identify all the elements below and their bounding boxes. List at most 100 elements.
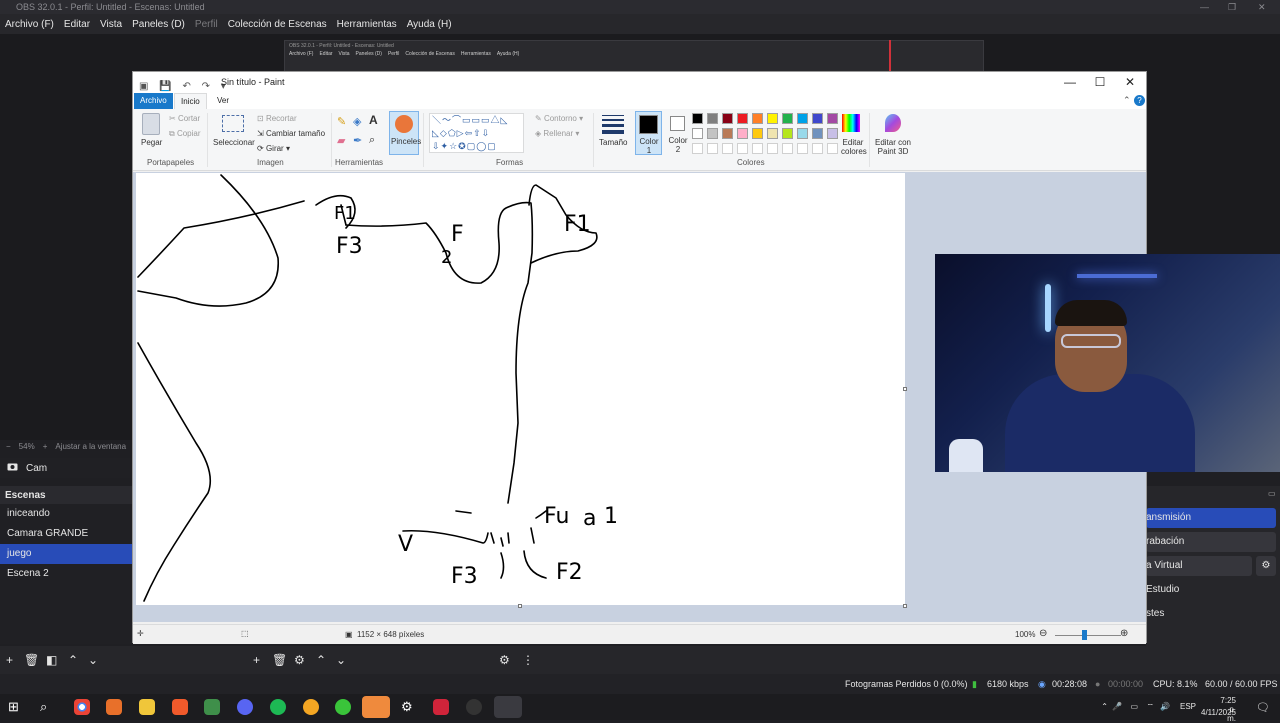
app-icon[interactable]	[106, 699, 122, 715]
palette-swatch[interactable]	[722, 113, 733, 124]
scene-filters-icon[interactable]: ◧	[46, 653, 57, 667]
pencil-icon[interactable]: ✎	[337, 115, 346, 128]
outline-dropdown[interactable]: ✎ Contorno ▾	[535, 114, 583, 123]
windows-start-icon[interactable]: ⊞	[8, 699, 24, 715]
start-streaming-button[interactable]: ansmisión	[1146, 508, 1276, 528]
game-icon[interactable]	[303, 699, 319, 715]
obs-icon[interactable]	[466, 699, 482, 715]
virtual-camera-button[interactable]: a Virtual	[1146, 556, 1252, 576]
drawing-canvas[interactable]: F3 F 2 F1 Fu a 1 V F3 F2 F1	[136, 173, 905, 605]
usb-icon[interactable]: ▭	[1130, 702, 1138, 711]
copy-button[interactable]: ⧉ Copiar	[169, 129, 201, 139]
palette-swatch-empty[interactable]	[782, 143, 793, 154]
palette-swatch[interactable]	[782, 128, 793, 139]
resize-handle[interactable]	[903, 604, 907, 608]
menu-coleccion-escenas[interactable]: Colección de Escenas	[228, 19, 327, 30]
menu-herramientas[interactable]: Herramientas	[337, 19, 397, 30]
zoom-slider-thumb[interactable]	[1082, 630, 1087, 640]
palette-swatch-empty[interactable]	[692, 143, 703, 154]
palette-swatch-empty[interactable]	[767, 143, 778, 154]
select-icon[interactable]	[222, 115, 244, 132]
clock-date[interactable]: 4/11/2025	[1201, 708, 1236, 717]
source-up-icon[interactable]: ⌃	[316, 653, 326, 667]
palette-swatch[interactable]	[722, 128, 733, 139]
palette-swatch[interactable]	[827, 128, 838, 139]
palette-swatch[interactable]	[812, 113, 823, 124]
zoom-out-button[interactable]: ⊖	[1039, 628, 1047, 639]
tray-overflow-icon[interactable]: ⌃	[1101, 702, 1108, 711]
fit-window-button[interactable]: Ajustar a la ventana	[55, 442, 126, 451]
scene-item[interactable]: Escena 2	[0, 564, 132, 584]
maximize-button[interactable]: ❐	[1228, 0, 1236, 14]
menu-archivo[interactable]: Archivo (F)	[5, 19, 54, 30]
palette-swatch[interactable]	[692, 113, 703, 124]
obs-active-icon[interactable]	[494, 696, 522, 718]
cut-button[interactable]: ✂ Cortar	[169, 114, 200, 123]
paint-minimize-button[interactable]: —	[1055, 72, 1085, 93]
magnifier-icon[interactable]: ⌕	[369, 134, 375, 147]
palette-swatch[interactable]	[752, 128, 763, 139]
palette-swatch-empty[interactable]	[707, 143, 718, 154]
zoom-slider[interactable]	[1055, 635, 1121, 636]
crop-button[interactable]: ⊡ Recortar	[257, 114, 297, 123]
palette-swatch-empty[interactable]	[752, 143, 763, 154]
size-icon[interactable]	[602, 115, 624, 134]
add-scene-icon[interactable]: +	[6, 653, 13, 667]
palette-swatch[interactable]	[737, 128, 748, 139]
palette-swatch[interactable]	[827, 113, 838, 124]
menu-ayuda[interactable]: Ayuda (H)	[407, 19, 452, 30]
search-icon[interactable]: ⌕	[40, 699, 56, 715]
audio-menu-icon[interactable]: ⋮	[522, 653, 534, 667]
audio-settings-icon[interactable]: ⚙	[499, 653, 510, 667]
palette-swatch[interactable]	[767, 128, 778, 139]
size-button[interactable]: Tamaño	[599, 138, 627, 147]
paint3d-button[interactable]: Editar con Paint 3D	[873, 138, 913, 156]
paint-taskbar-icon[interactable]	[362, 696, 390, 718]
app-green-icon[interactable]	[335, 699, 351, 715]
remove-source-icon[interactable]: 🗑	[272, 653, 287, 667]
edit-colors-icon[interactable]	[842, 114, 860, 132]
zoom-in-button[interactable]: ⊕	[1120, 628, 1128, 639]
palette-swatch-empty[interactable]	[827, 143, 838, 154]
volume-icon[interactable]: 🔊	[1160, 702, 1170, 711]
resize-handle[interactable]	[518, 604, 522, 608]
resize-handle[interactable]	[903, 387, 907, 391]
move-down-icon[interactable]: ⌄	[88, 653, 98, 667]
palette-swatch[interactable]	[797, 113, 808, 124]
palette-swatch[interactable]	[782, 113, 793, 124]
tab-ver[interactable]: Ver	[211, 93, 235, 109]
start-recording-button[interactable]: rabación	[1146, 532, 1276, 552]
rotate-button[interactable]: ⟳ Girar ▾	[257, 144, 290, 153]
chrome-icon[interactable]	[74, 699, 90, 715]
fill-bucket-icon[interactable]: ◈	[353, 115, 361, 128]
source-properties-icon[interactable]: ⚙	[294, 653, 305, 667]
dock-icon[interactable]: ▭	[1268, 489, 1276, 498]
steam-icon[interactable]: ⚙	[401, 699, 417, 715]
edit-colors-button[interactable]: Editar colores	[841, 138, 867, 156]
palette-swatch-empty[interactable]	[797, 143, 808, 154]
mic-icon[interactable]: 🎤	[1112, 702, 1122, 711]
help-icon[interactable]: ?	[1134, 95, 1145, 106]
paint-maximize-button[interactable]: ☐	[1085, 72, 1115, 93]
brushes-button[interactable]: Pinceles	[389, 111, 421, 155]
color2-button[interactable]: Color 2	[665, 111, 692, 155]
palette-swatch[interactable]	[707, 113, 718, 124]
notifications-icon[interactable]: 🗨	[1256, 701, 1270, 714]
collapse-ribbon-icon[interactable]: ⌃	[1123, 95, 1131, 106]
scene-item[interactable]: Camara GRANDE	[0, 524, 132, 544]
menu-paneles[interactable]: Paneles (D)	[132, 19, 185, 30]
paste-icon[interactable]	[142, 113, 160, 135]
zoom-out-icon[interactable]: −	[6, 442, 11, 451]
palette-swatch-empty[interactable]	[812, 143, 823, 154]
spotify-icon[interactable]	[270, 699, 286, 715]
opera-icon[interactable]	[433, 699, 449, 715]
resize-button[interactable]: ⇲ Cambiar tamaño	[257, 129, 325, 138]
paste-button[interactable]: Pegar	[141, 138, 162, 147]
studio-mode-button[interactable]: Estudio	[1146, 580, 1276, 600]
move-up-icon[interactable]: ⌃	[68, 653, 78, 667]
text-tool-icon[interactable]: A	[369, 113, 378, 127]
settings-button[interactable]: stes	[1146, 604, 1276, 624]
palette-swatch[interactable]	[707, 128, 718, 139]
menu-editar[interactable]: Editar	[64, 19, 90, 30]
palette-swatch[interactable]	[692, 128, 703, 139]
